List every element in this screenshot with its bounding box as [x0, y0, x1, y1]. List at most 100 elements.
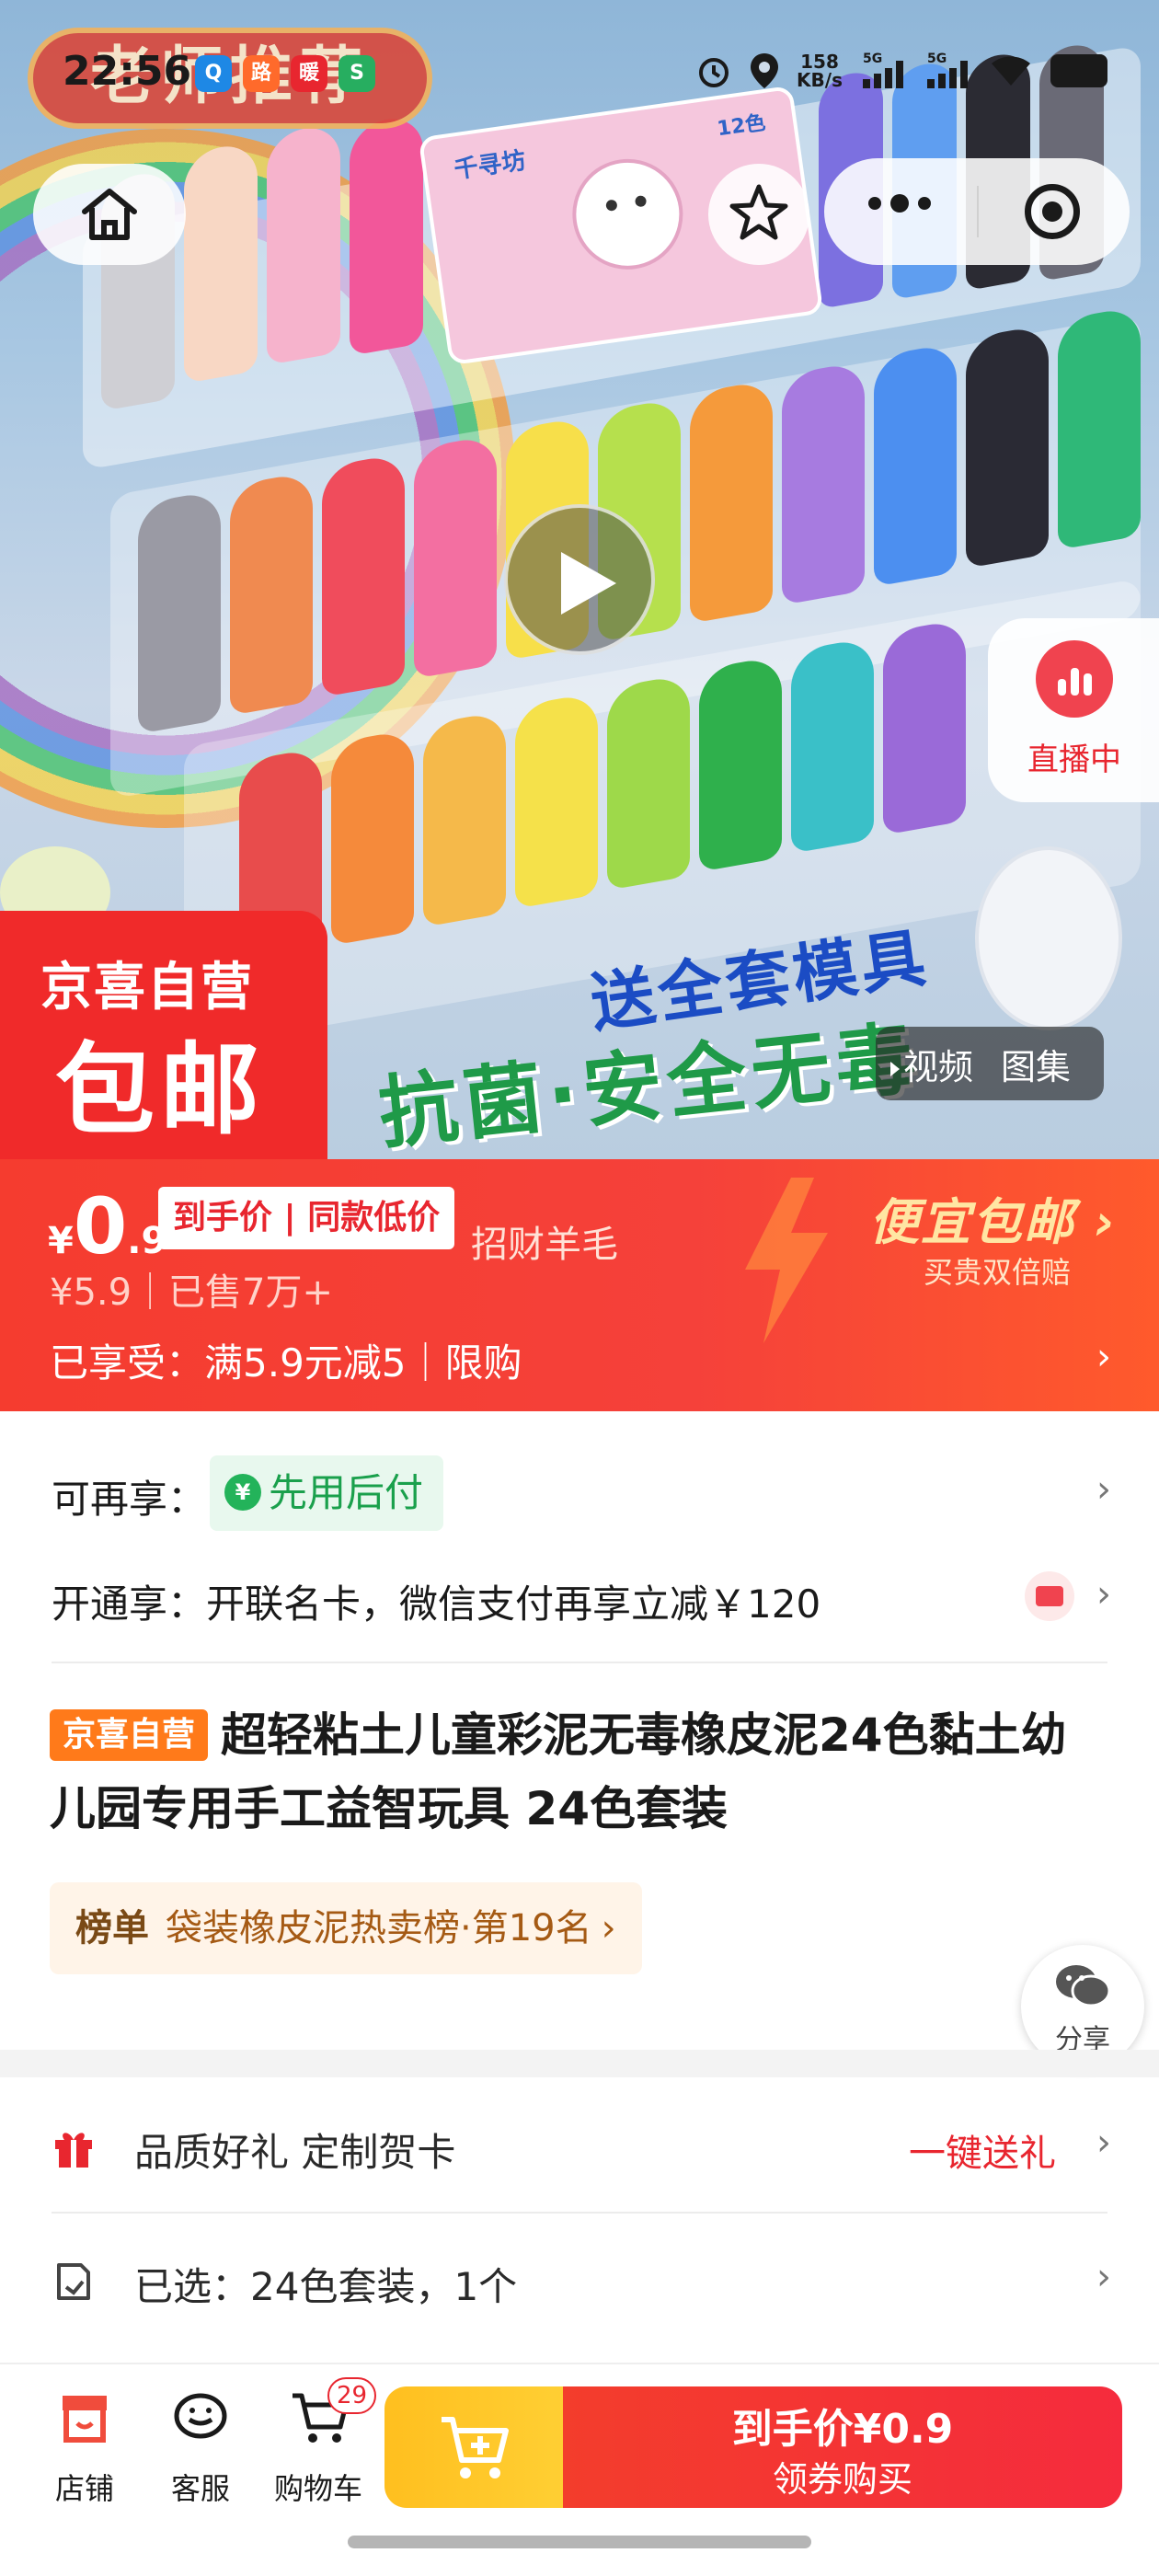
home-button[interactable] — [33, 164, 186, 265]
divider — [52, 2212, 1107, 2214]
tab-video-label: 视频 — [903, 1046, 974, 1087]
add-cart-icon — [442, 2417, 509, 2478]
clay-bar — [1058, 305, 1141, 550]
chevron-right-icon: › — [601, 1907, 616, 1949]
more-icon[interactable] — [868, 194, 931, 213]
clay-bar — [699, 655, 782, 872]
corner-line2: 包邮 — [55, 1033, 266, 1148]
play-icon — [561, 552, 616, 615]
status-bar: 22:56 Q 路 暖 S 158 KB/s 5G 5G — [0, 0, 1159, 138]
app-notification-icon: Q — [195, 55, 232, 92]
product-title: 京喜自营 超轻粘土儿童彩泥无毒橡皮泥24色黏土幼儿园专用手工益智玩具 24色套装 — [50, 1708, 1067, 1835]
pay-later-icon: ¥ — [224, 1474, 261, 1511]
gift-text: 品质好礼 定制贺卡 — [134, 2130, 456, 2175]
clay-bar — [331, 729, 414, 946]
ranking-banner[interactable]: 榜单 袋装橡皮泥热卖榜·第19名 › — [50, 1882, 642, 1974]
cobrand-card-row[interactable]: 开通享：开联名卡，微信支付再享立减￥120 › — [0, 1549, 1159, 1641]
clay-bar — [423, 710, 506, 927]
tab-video[interactable]: 视频 — [890, 1039, 973, 1089]
product-hero-image[interactable]: 老师推荐 千寻坊 12色 京喜自营 包邮 送全套模具 抗菌·安全无毒 视频 图集… — [0, 0, 1159, 1159]
status-time: 22:56 — [63, 48, 192, 95]
media-toggle: 视频 图集 — [876, 1027, 1104, 1100]
divider — [52, 1662, 1107, 1663]
chevron-right-icon: › — [1096, 1336, 1111, 1378]
gift-icon — [55, 2133, 92, 2168]
clay-bar — [138, 489, 221, 734]
clay-bar — [791, 637, 874, 854]
package-brand: 千寻坊 — [452, 146, 528, 185]
live-stream-button[interactable]: 直播中 — [988, 618, 1159, 802]
alarm-icon — [699, 58, 729, 87]
price-bar[interactable]: ¥0.9 到手价 | 同款低价 招财羊毛 ¥5.9｜已售7万+ 已享受：满5.9… — [0, 1159, 1159, 1411]
double-compensation: 买贵双倍赔 — [923, 1255, 1071, 1290]
network-speed: 158 KB/s — [797, 51, 843, 91]
clay-bar — [515, 692, 598, 909]
clay-bar — [184, 140, 258, 385]
clay-bar — [350, 112, 423, 357]
clay-bar — [874, 342, 957, 587]
clay-bar — [690, 379, 773, 624]
pay-later-row[interactable]: 可再享： ¥ 先用后付 › — [0, 1444, 1159, 1536]
enjoy-label: 可再享： — [52, 1477, 207, 1522]
corner-line1: 京喜自营 — [40, 958, 254, 1018]
send-gift-link[interactable]: 一键送礼 — [909, 2123, 1056, 2177]
home-icon — [82, 189, 137, 240]
final-price: ¥0.9 — [48, 1181, 167, 1271]
clay-bar — [267, 121, 340, 366]
clay-bar — [607, 673, 690, 891]
home-indicator[interactable] — [348, 2536, 811, 2548]
live-label: 直播中 — [1027, 742, 1121, 778]
spec-box-icon — [57, 2263, 90, 2300]
signal-icon: 5G — [863, 52, 903, 88]
cheap-shipping-title[interactable]: 便宜包邮 › — [869, 1181, 1117, 1254]
favorite-button[interactable] — [708, 164, 809, 265]
ranking-label: 榜单 — [75, 1907, 149, 1949]
store-button[interactable]: 店铺 — [29, 2390, 140, 2510]
credit-card-icon — [1025, 1571, 1074, 1621]
cobrand-card-text: 开通享：开联名卡，微信支付再享立减￥120 — [52, 1581, 821, 1627]
service-label: 客服 — [170, 2471, 230, 2506]
tab-gallery[interactable]: 图集 — [1001, 1039, 1071, 1089]
ranking-text: 袋装橡皮泥热卖榜·第19名 — [166, 1907, 592, 1949]
app-notification-icon: S — [339, 55, 375, 92]
customer-service-button[interactable]: 客服 — [145, 2390, 256, 2510]
signal-icon: 5G — [927, 52, 968, 88]
clay-bar — [966, 324, 1049, 569]
buy-price-text: 到手价¥0.9 — [731, 2406, 954, 2453]
section-gap — [0, 2050, 1159, 2077]
cart-label: 购物车 — [273, 2471, 362, 2506]
buy-now-button[interactable]: 到手价¥0.9 领券购买 — [563, 2386, 1122, 2508]
wool-label: 招财羊毛 — [471, 1224, 618, 1266]
bunny-mascot — [565, 152, 691, 277]
capsule-divider — [977, 186, 979, 237]
chevron-right-icon: › — [1096, 1573, 1111, 1616]
cart-button[interactable]: 29 购物车 — [263, 2377, 377, 2510]
lightning-icon — [745, 1178, 828, 1343]
mini-program-capsule — [824, 158, 1130, 265]
star-icon — [729, 184, 788, 240]
svg-text:5G: 5G — [927, 52, 947, 66]
gift-row[interactable]: 品质好礼 定制贺卡 一键送礼 › — [0, 2081, 1159, 2210]
selected-spec-text: 已选：24色套装，1个 — [134, 2264, 518, 2309]
pay-later-badge: ¥ 先用后付 — [210, 1455, 444, 1531]
product-title-block: 京喜自营 超轻粘土儿童彩泥无毒橡皮泥24色黏土幼儿园专用手工益智玩具 24色套装 — [50, 1698, 1107, 1846]
clay-bar — [230, 471, 313, 716]
clay-bar — [322, 453, 405, 697]
discount-enjoyed: 已享受：满5.9元减5｜限购 — [50, 1340, 522, 1386]
chevron-right-icon: › — [1096, 2122, 1111, 2164]
selected-spec-row[interactable]: 已选：24色套装，1个 › — [0, 2215, 1159, 2344]
add-to-cart-button[interactable] — [384, 2386, 565, 2508]
buy-label: 领券购买 — [772, 2459, 912, 2500]
store-icon — [63, 2396, 107, 2443]
battery-icon — [1050, 54, 1107, 87]
wechat-icon — [1056, 1965, 1111, 2007]
chevron-right-icon: › — [1096, 1468, 1111, 1511]
clay-bar — [414, 434, 497, 679]
triangle-icon — [890, 1062, 900, 1076]
close-miniprogram-icon[interactable] — [1025, 184, 1080, 239]
price-tag-badge: 到手价 | 同款低价 — [158, 1187, 455, 1249]
video-play-button[interactable] — [504, 504, 655, 655]
clay-bar — [883, 618, 966, 835]
svg-text:5G: 5G — [863, 52, 882, 66]
chat-icon — [174, 2393, 227, 2439]
